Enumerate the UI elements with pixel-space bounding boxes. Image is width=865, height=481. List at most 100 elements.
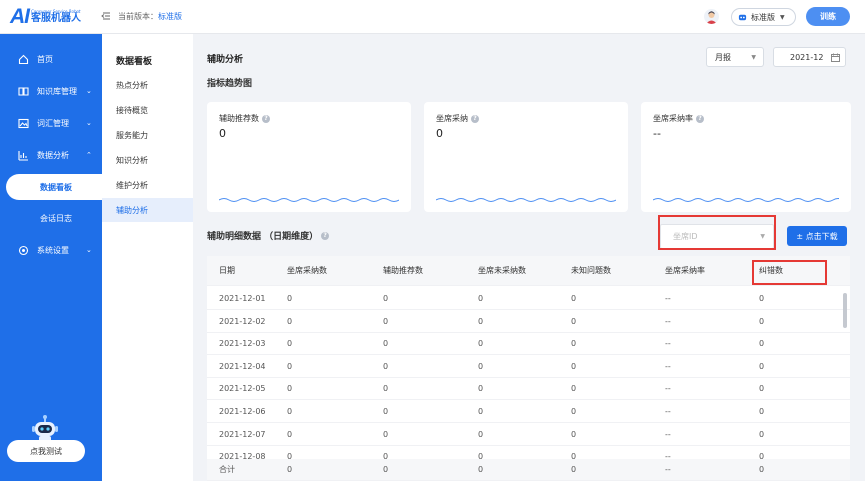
edition-label: 标准版 — [751, 12, 775, 22]
table-cell: 0 — [759, 294, 765, 303]
chevron-down-icon: ▼ — [751, 53, 756, 61]
metric-card: 坐席采纳率? -- — [641, 102, 851, 212]
app-logo[interactable]: AI Consumer Service Robot 客服机器人 — [10, 5, 81, 29]
table-row: 2021-12-06 0 0 0 0 -- 0 — [207, 401, 850, 423]
table-cell: 2021-12-01 — [219, 294, 266, 303]
subnav-item-knowledge[interactable]: 知识分析 — [102, 148, 193, 172]
subnav-item-hotspot[interactable]: 热点分析 — [102, 73, 193, 97]
sidebar-item-vocabulary[interactable]: 词汇管理 ⌄ — [0, 113, 102, 133]
test-button[interactable]: 点我测试 — [7, 440, 85, 462]
subnav-item-reception[interactable]: 接待概览 — [102, 98, 193, 122]
train-button[interactable]: 训练 — [806, 7, 850, 26]
table-cell: 0 — [287, 384, 293, 394]
period-select[interactable]: 月报 ▼ — [706, 47, 764, 67]
table-cell: 0 — [478, 339, 484, 349]
download-button[interactable]: ± 点击下载 — [787, 226, 847, 246]
collapse-menu-icon[interactable] — [100, 10, 112, 22]
table-cell: 0 — [287, 339, 293, 349]
table-cell: 0 — [759, 429, 765, 439]
table-cell: 0 — [478, 384, 484, 394]
sidebar-item-home[interactable]: 首页 — [0, 49, 102, 69]
table-cell: 0 — [759, 407, 765, 416]
footer-cell: 合计 — [219, 465, 235, 474]
subnav-item-service[interactable]: 服务能力 — [102, 123, 193, 147]
sidebar-item-data-analysis[interactable]: 数据分析 ⌃ — [0, 145, 102, 165]
table-cell: 0 — [383, 316, 389, 326]
sidebar-item-settings[interactable]: 系统设置 ⌄ — [0, 240, 102, 260]
sidebar-item-knowledge[interactable]: 知识库管理 ⌄ — [0, 81, 102, 101]
table-cell: 0 — [571, 361, 577, 371]
edition-dropdown[interactable]: 标准版 ▼ — [731, 8, 796, 26]
table-row: 2021-12-05 0 0 0 0 -- 0 — [207, 378, 850, 401]
version-label: 当前版本： — [118, 12, 158, 21]
table-scrollbar[interactable] — [843, 293, 847, 328]
sidebar: 首页 知识库管理 ⌄ 词汇管理 ⌄ 数据分析 ⌃ 数据看板 会话日志 系统设置 … — [0, 34, 102, 481]
table-cell: 0 — [759, 316, 765, 326]
metric-value: 0 — [436, 127, 443, 140]
table-cell: 2021-12-06 — [219, 407, 266, 416]
table-row: 2021-12-03 0 0 0 0 -- 0 — [207, 333, 850, 356]
subnav-item-maintenance[interactable]: 维护分析 — [102, 173, 193, 197]
table-cell: 0 — [571, 294, 577, 303]
column-header[interactable]: 未知问题数 — [571, 265, 611, 276]
footer-cell: 0 — [478, 465, 484, 474]
help-icon[interactable]: ? — [696, 114, 704, 123]
trend-section-title: 指标趋势图 — [207, 79, 253, 89]
table-cell: 2021-12-02 — [219, 316, 266, 326]
robot-icon — [738, 14, 747, 20]
user-avatar[interactable] — [704, 9, 719, 24]
help-icon[interactable]: ? — [471, 114, 479, 123]
table-cell: 0 — [759, 361, 765, 371]
table-cell: 0 — [287, 429, 293, 439]
help-icon[interactable]: ? — [262, 114, 270, 123]
table-cell: -- — [665, 361, 671, 371]
footer-cell: 0 — [571, 465, 577, 474]
metric-label: 坐席采纳 — [436, 114, 468, 123]
sub-nav-title: 数据看板 — [116, 57, 153, 67]
table-row: 2021-12-07 0 0 0 0 -- 0 — [207, 424, 850, 446]
logo-title: 客服机器人 — [31, 13, 81, 24]
subnav-item-assist[interactable]: 辅助分析 — [102, 198, 193, 222]
sub-nav-panel: 数据看板 热点分析 接待概览 服务能力 知识分析 维护分析 辅助分析 — [102, 34, 193, 481]
table-footer-row: 合计 0 0 0 0 -- 0 — [207, 459, 850, 481]
date-picker[interactable]: 2021-12 — [773, 47, 846, 67]
chevron-down-icon: ⌄ — [86, 119, 92, 127]
chevron-up-icon: ⌃ — [86, 151, 92, 159]
column-header[interactable]: 坐席未采纳数 — [478, 265, 526, 276]
table-cell: -- — [665, 429, 671, 439]
table-cell: 0 — [478, 407, 484, 416]
detail-table: 日期 坐席采纳数 辅助推荐数 坐席未采纳数 未知问题数 坐席采纳率 纠错数 20… — [207, 256, 850, 481]
table-cell: 0 — [478, 294, 484, 303]
column-header[interactable]: 坐席采纳数 — [287, 265, 327, 276]
help-icon[interactable]: ? — [321, 231, 330, 240]
footer-cell: 0 — [383, 465, 389, 474]
book-icon — [18, 86, 29, 96]
calendar-icon — [831, 53, 840, 62]
metric-value: 0 — [219, 127, 226, 140]
table-cell: 0 — [287, 316, 293, 326]
table-cell: 0 — [571, 407, 577, 416]
column-header[interactable]: 辅助推荐数 — [383, 265, 423, 276]
logo-ai: AI — [10, 5, 30, 28]
highlight-box-seat-select — [658, 215, 776, 250]
chevron-down-icon: ⌄ — [86, 246, 92, 254]
settings-icon — [18, 245, 29, 255]
table-row: 2021-12-02 0 0 0 0 -- 0 — [207, 311, 850, 333]
metric-card: 坐席采纳? 0 — [424, 102, 628, 212]
table-cell: -- — [665, 294, 671, 303]
column-header[interactable]: 坐席采纳率 — [665, 265, 705, 276]
table-cell: 2021-12-03 — [219, 339, 266, 349]
table-cell: 0 — [383, 339, 389, 349]
table-cell: 0 — [478, 429, 484, 439]
sidebar-item-session-log[interactable]: 会话日志 — [0, 208, 102, 228]
footer-cell: -- — [665, 465, 671, 474]
table-cell: 2021-12-07 — [219, 429, 266, 439]
table-cell: 0 — [571, 339, 577, 349]
table-cell: 0 — [383, 361, 389, 371]
detail-section-title: 辅助明细数据 （日期维度）? — [207, 229, 330, 242]
sidebar-item-dashboard[interactable]: 数据看板 — [6, 174, 102, 200]
sparkline — [436, 198, 616, 202]
page-title: 辅助分析 — [207, 55, 244, 65]
version-value: 标准版 — [158, 12, 182, 21]
column-header[interactable]: 日期 — [219, 265, 235, 276]
